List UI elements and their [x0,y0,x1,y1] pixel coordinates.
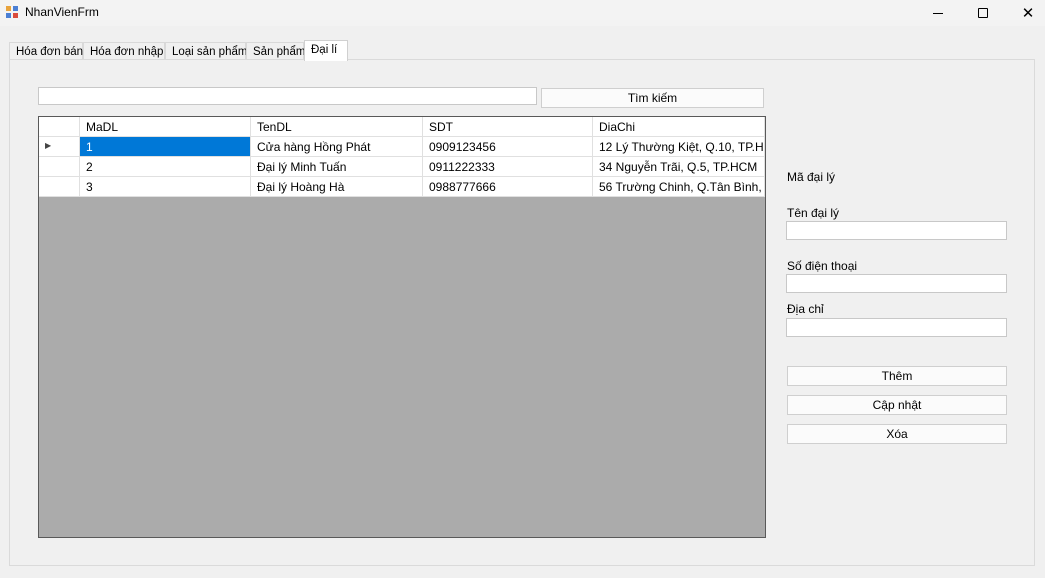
grid-cell-sdt[interactable]: 0909123456 [423,137,593,157]
column-header-sdt[interactable]: SDT [423,117,593,137]
tab-hoa-don-nhap[interactable]: Hóa đơn nhập [83,42,165,60]
add-button[interactable]: Thêm [787,366,1007,386]
grid-cell-madl[interactable]: 2 [80,157,251,177]
grid-cell-sdt[interactable]: 0911222333 [423,157,593,177]
dia-chi-label: Địa chỉ [787,302,824,316]
grid-cell-madl[interactable]: 3 [80,177,251,197]
grid-cell-tendl[interactable]: Đại lý Minh Tuấn [251,157,423,177]
row-header[interactable] [39,177,80,197]
minimize-button[interactable] [915,0,961,26]
data-grid[interactable]: MaDL TenDL SDT DiaChi ▶ 1 Cửa hàng Hồng … [38,116,766,538]
column-header-tendl[interactable]: TenDL [251,117,423,137]
grid-corner [39,117,80,137]
ma-dai-ly-label: Mã đại lý [787,170,836,184]
grid-header: MaDL TenDL SDT DiaChi [39,117,765,137]
grid-cell-tendl[interactable]: Cửa hàng Hồng Phát [251,137,423,157]
current-row-indicator-icon: ▶ [45,141,52,150]
grid-cell-sdt[interactable]: 0988777666 [423,177,593,197]
grid-cell-diachi[interactable]: 34 Nguyễn Trãi, Q.5, TP.HCM [593,157,765,177]
grid-cell-tendl[interactable]: Đại lý Hoàng Hà [251,177,423,197]
column-header-diachi[interactable]: DiaChi [593,117,765,137]
tab-hoa-don-ban[interactable]: Hóa đơn bán [9,42,83,60]
update-button[interactable]: Cập nhật [787,395,1007,415]
tab-dai-li[interactable]: Đại lí [304,40,348,61]
tab-loai-san-pham[interactable]: Loại sản phẩm [165,42,247,60]
window-title: NhanVienFrm [25,5,99,19]
so-dien-thoai-field[interactable] [786,274,1007,293]
tab-san-pham[interactable]: Sản phẩm [246,42,305,60]
close-button[interactable]: ✕ [1005,0,1045,26]
grid-cell-diachi[interactable]: 12 Lý Thường Kiệt, Q.10, TP.HCM [593,137,765,157]
row-header[interactable] [39,157,80,177]
maximize-button[interactable] [960,0,1006,26]
grid-cell-madl[interactable]: 1 [80,137,251,157]
delete-button[interactable]: Xóa [787,424,1007,444]
title-bar: NhanVienFrm ✕ [0,0,1045,26]
row-header[interactable]: ▶ [39,137,80,157]
ten-dai-ly-field[interactable] [786,221,1007,240]
grid-cell-diachi[interactable]: 56 Trường Chinh, Q.Tân Bình, T... [593,177,765,197]
maximize-icon [978,8,988,18]
minimize-icon [933,12,943,14]
close-icon: ✕ [1021,4,1035,22]
so-dien-thoai-label: Số điện thoại [787,259,858,273]
search-input[interactable] [38,87,537,105]
column-header-madl[interactable]: MaDL [80,117,251,137]
ten-dai-ly-label: Tên đại lý [787,206,840,220]
search-button[interactable]: Tìm kiếm [541,88,764,108]
app-icon [6,6,18,18]
dia-chi-field[interactable] [786,318,1007,337]
